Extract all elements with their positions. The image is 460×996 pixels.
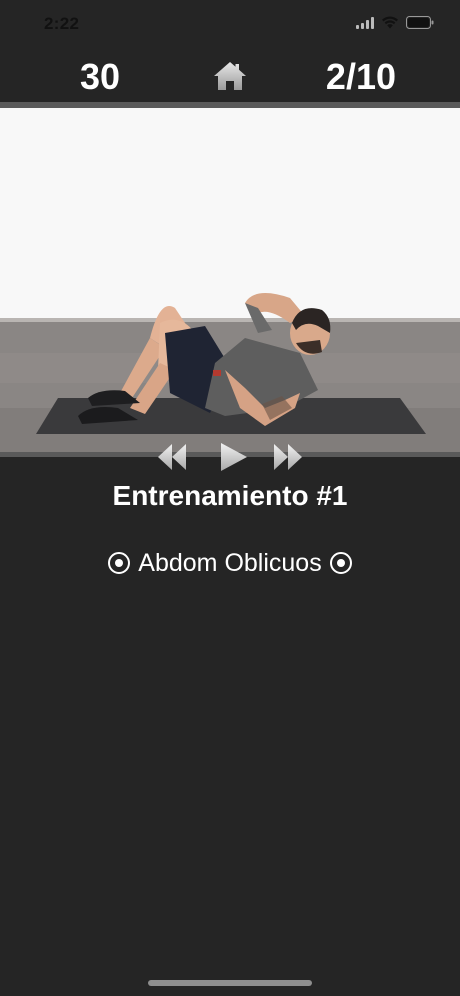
status-bar: 2:22 — [0, 0, 460, 48]
home-button[interactable] — [212, 58, 248, 94]
workout-header: 30 2/10 — [0, 48, 460, 104]
info-dot-icon-right[interactable] — [329, 552, 352, 574]
home-indicator[interactable] — [148, 980, 312, 986]
workout-screen: 2:22 30 2/10 Entrenamiento #1 Abdom Obli… — [0, 0, 460, 996]
play-button[interactable] — [216, 440, 252, 474]
rewind-icon — [158, 444, 186, 470]
fast-forward-icon — [274, 444, 302, 470]
wifi-icon — [381, 16, 399, 29]
exercise-counter: 2/10 — [325, 56, 396, 97]
exercise-illustration — [0, 108, 460, 454]
info-dot-icon-left[interactable] — [108, 552, 131, 574]
fast-forward-button[interactable] — [270, 440, 306, 474]
status-time: 2:22 — [44, 14, 80, 33]
signal-icon — [356, 16, 374, 29]
exercise-row: Abdom Oblicuos — [0, 545, 460, 581]
exercise-name: Abdom Oblicuos — [138, 548, 322, 577]
exercise-video[interactable] — [0, 108, 460, 454]
exercise-timer: 30 — [80, 56, 121, 97]
battery-icon — [406, 16, 434, 29]
workout-title: Entrenamiento #1 — [112, 480, 348, 511]
play-icon — [221, 443, 247, 471]
status-icons — [356, 16, 434, 29]
playback-controls — [150, 440, 310, 474]
home-icon — [214, 62, 246, 90]
rewind-button[interactable] — [154, 440, 190, 474]
